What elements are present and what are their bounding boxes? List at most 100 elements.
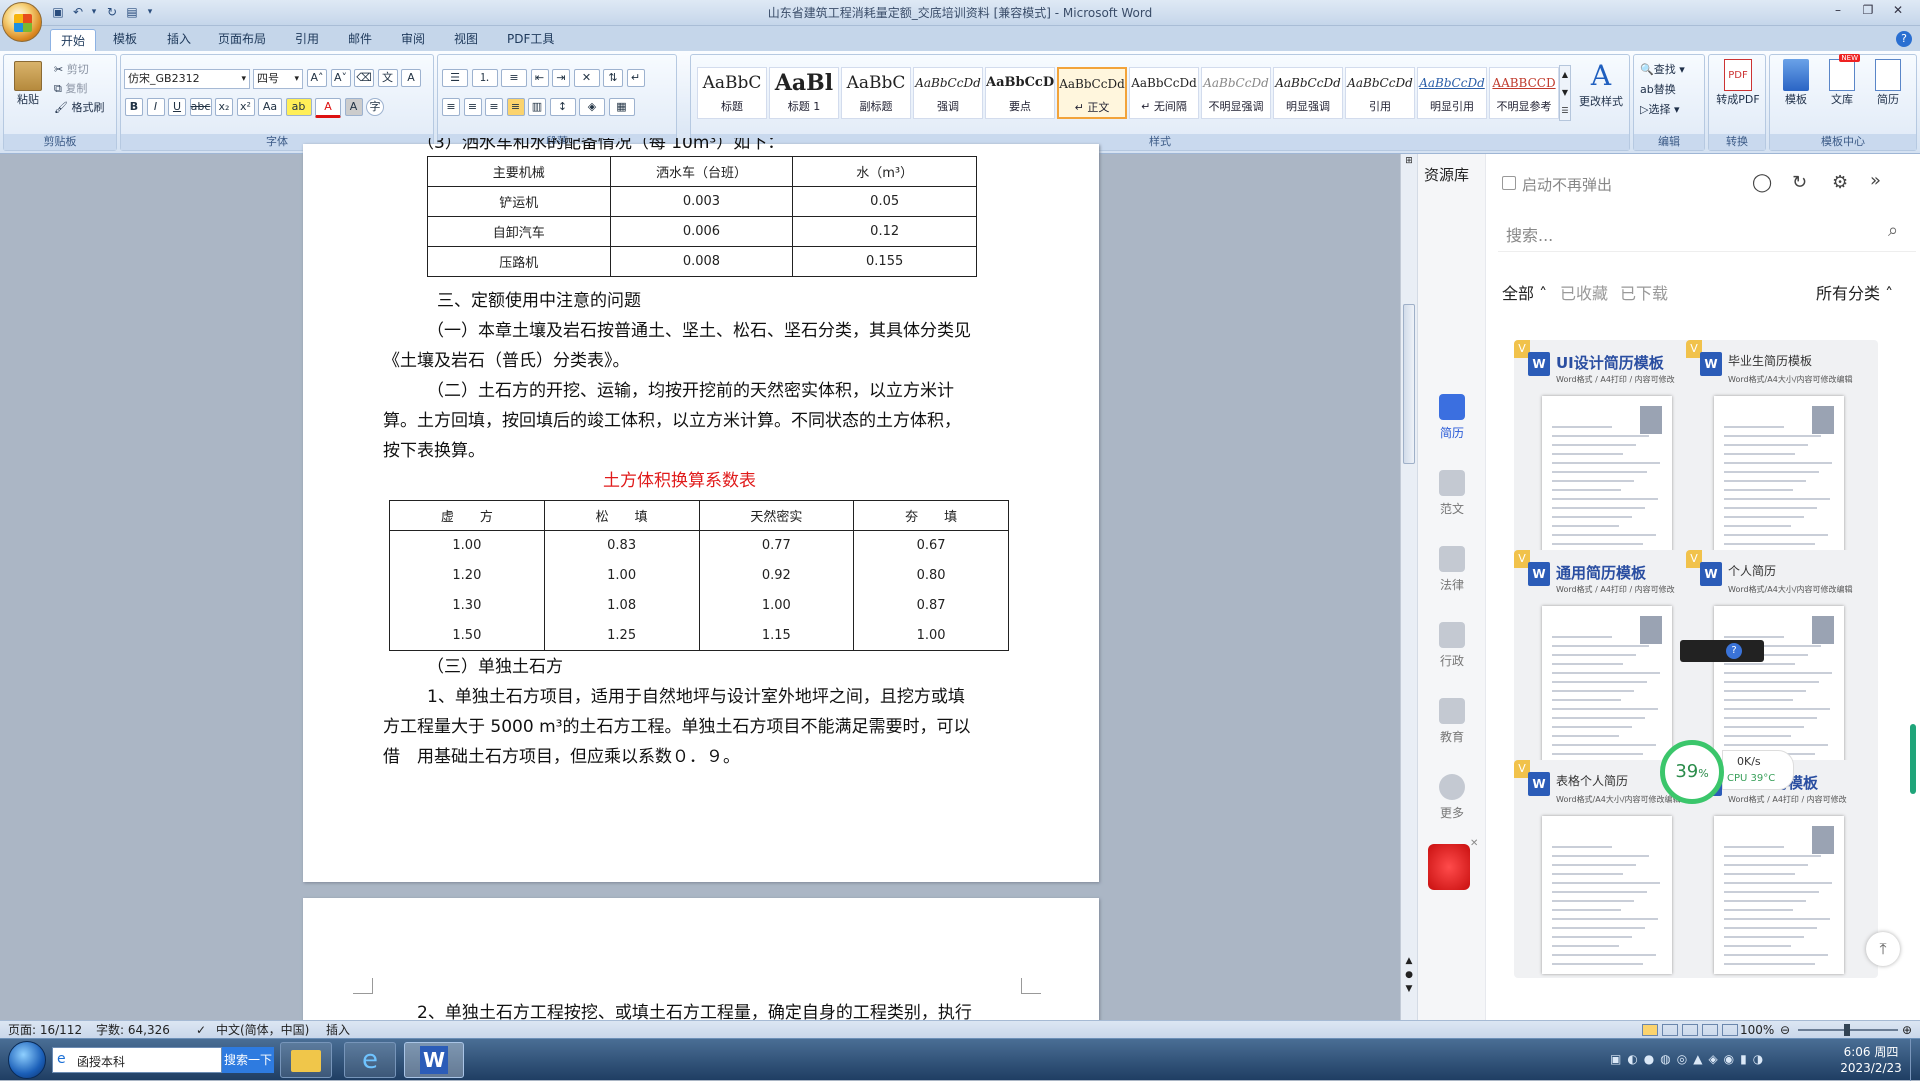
line-spacing-icon[interactable]: ↕ (549, 98, 576, 116)
proofing-icon[interactable]: ✓ (196, 1021, 206, 1039)
distributed-icon[interactable]: ▥ (528, 98, 546, 116)
tab-mailings[interactable]: 邮件 (338, 28, 382, 51)
word-count[interactable]: 字数: 64,326 (96, 1021, 170, 1039)
bullets-icon[interactable]: ☰ (442, 69, 468, 87)
explorer-taskbar-icon[interactable] (280, 1042, 332, 1078)
template-card[interactable]: V W 毕业生简历模板 Word格式/A4大小/内容可修改编辑 (1686, 340, 1878, 558)
change-styles-button[interactable]: A 更改样式 (1575, 59, 1627, 109)
style-item[interactable]: AaBbCcDd 引用 (1345, 67, 1415, 119)
phonetic-guide-icon[interactable]: 文 (377, 69, 398, 87)
shading-icon[interactable]: ◈ (579, 98, 605, 116)
char-border-icon[interactable]: A (401, 69, 421, 87)
nav-law[interactable]: 法律 (1418, 546, 1486, 593)
close-promo-icon[interactable]: ✕ (1470, 838, 1478, 849)
ruler-toggle-icon[interactable]: ⊞ (1403, 156, 1415, 170)
close-icon[interactable]: ✕ (1886, 3, 1910, 21)
tab-references[interactable]: 引用 (285, 28, 329, 51)
web-layout-view-icon[interactable] (1682, 1024, 1698, 1036)
outline-view-icon[interactable] (1702, 1024, 1718, 1036)
help-icon[interactable]: ? (1896, 31, 1912, 47)
start-button[interactable] (8, 1041, 46, 1079)
increase-indent-icon[interactable]: ⇥ (552, 69, 570, 87)
refresh-icon[interactable]: ↻ (1792, 172, 1807, 193)
decrease-indent-icon[interactable]: ⇤ (530, 69, 549, 87)
nav-resume[interactable]: 简历 (1418, 394, 1486, 441)
style-item[interactable]: AaBbCcDd 明显引用 (1417, 67, 1487, 119)
collapse-panel-icon[interactable]: » (1870, 170, 1881, 191)
nav-sample-essay[interactable]: 范文 (1418, 470, 1486, 517)
font-size-combo[interactable]: 四号 ▾ (253, 69, 303, 89)
browse-object-icon[interactable]: ▲ ● ▼ (1403, 954, 1415, 996)
zoom-in-icon[interactable]: ⊕ (1902, 1021, 1912, 1039)
numbering-icon[interactable]: ⒈ (471, 69, 498, 87)
nav-more[interactable]: 更多 (1418, 774, 1486, 821)
style-item[interactable]: AaBbCcDd 明显强调 (1273, 67, 1343, 119)
style-item[interactable]: AaBbCcDd ↵ 正文 (1057, 67, 1127, 119)
language[interactable]: 中文(简体，中国) (216, 1021, 309, 1039)
style-item[interactable]: AaBbCcDd 不明显强调 (1201, 67, 1271, 119)
font-color-icon[interactable]: A (315, 98, 341, 118)
borders-icon[interactable]: ▦ (608, 98, 635, 116)
panel-scroll-thumb[interactable] (1910, 724, 1916, 794)
select-button[interactable]: ▷选择 ▾ (1640, 101, 1680, 117)
align-left-icon[interactable]: ≡ (442, 98, 460, 116)
justify-icon[interactable]: ≡ (506, 98, 525, 116)
tab-template[interactable]: 模板 (103, 28, 147, 51)
restore-icon[interactable]: ❐ (1856, 3, 1880, 21)
strikethrough-icon[interactable]: abc (189, 98, 212, 116)
filter-all[interactable]: 全部 ˄ (1502, 280, 1547, 304)
cut-button[interactable]: ✂ 剪切 (54, 61, 89, 77)
word-taskbar-icon[interactable]: W (404, 1042, 464, 1078)
font-name-dropdown-icon[interactable]: ▾ (241, 70, 246, 88)
shrink-font-icon[interactable]: A˅ (330, 69, 351, 87)
zoom-slider-thumb[interactable] (1844, 1024, 1850, 1036)
nav-administration[interactable]: 行政 (1418, 622, 1486, 669)
template-button[interactable]: 模板 (1776, 59, 1816, 107)
print-layout-view-icon[interactable] (1642, 1024, 1658, 1036)
template-card[interactable]: V W 通用简历模板 Word格式 / A4打印 / 内容可修改 (1514, 550, 1706, 768)
to-pdf-button[interactable]: PDF 转成PDF (1713, 59, 1763, 107)
tab-page-layout[interactable]: 页面布局 (208, 28, 276, 51)
library-button[interactable]: NEW 文库 (1822, 54, 1862, 107)
superscript-icon[interactable]: x² (236, 98, 255, 116)
grow-font-icon[interactable]: A˄ (307, 69, 327, 87)
underline-icon[interactable]: U (168, 98, 186, 116)
font-size-dropdown-icon[interactable]: ▾ (294, 70, 299, 88)
style-item[interactable]: AaBl 标题 1 (769, 67, 839, 119)
user-icon[interactable]: ◯ (1752, 172, 1772, 193)
align-right-icon[interactable]: ≡ (485, 98, 503, 116)
paste-button[interactable]: 粘贴 (10, 61, 46, 107)
replace-button[interactable]: ab替换 (1640, 81, 1676, 97)
office-button[interactable] (2, 2, 42, 42)
template-card[interactable]: V W UI设计简历模板 Word格式 / A4打印 / 内容可修改 (1514, 340, 1706, 558)
format-painter-button[interactable]: 🖌 格式刷 (54, 99, 104, 115)
minimize-icon[interactable]: – (1826, 3, 1850, 21)
style-item[interactable]: AaBbCcD 要点 (985, 67, 1055, 119)
page-count[interactable]: 页面: 16/112 (8, 1021, 82, 1039)
bold-icon[interactable]: B (125, 98, 143, 116)
nav-education[interactable]: 教育 (1418, 698, 1486, 745)
document-page-next[interactable]: 2、单独土石方工程按挖、或填土石方工程量，确定自身的工程类别，执行 (303, 898, 1099, 1038)
fullscreen-reading-view-icon[interactable] (1662, 1024, 1678, 1036)
font-name-combo[interactable]: 仿宋_GB2312 ▾ (124, 69, 250, 89)
highlight-icon[interactable]: ab (285, 98, 312, 116)
change-case-icon[interactable]: Aa (258, 98, 282, 116)
clock-time[interactable]: 6:06 周四 (1836, 1043, 1906, 1060)
char-shading-icon[interactable]: A (344, 98, 363, 116)
clear-format-icon[interactable]: ⌫ (354, 69, 374, 87)
style-item[interactable]: AaBbC 标题 (697, 67, 767, 119)
zoom-level[interactable]: 100% (1740, 1021, 1774, 1039)
back-to-top-icon[interactable]: ⤒ (1866, 932, 1900, 966)
align-center-icon[interactable]: ≡ (463, 98, 482, 116)
copy-button[interactable]: ⧉ 复制 (54, 80, 87, 96)
ie-search-box[interactable]: e 函授本科 (52, 1047, 222, 1073)
style-item[interactable]: AaBbC 副标题 (841, 67, 911, 119)
clock-date[interactable]: 2023/2/23 (1836, 1061, 1906, 1075)
scrollbar-thumb[interactable] (1403, 304, 1415, 464)
settings-icon[interactable]: ⚙ (1832, 172, 1848, 193)
zoom-out-icon[interactable]: ⊖ (1780, 1021, 1790, 1039)
show-marks-icon[interactable]: ↵ (626, 69, 645, 87)
insert-mode[interactable]: 插入 (326, 1021, 350, 1039)
search-button[interactable]: 搜索一下 (222, 1047, 274, 1073)
system-monitor-gauge[interactable]: 39% (1660, 740, 1724, 804)
